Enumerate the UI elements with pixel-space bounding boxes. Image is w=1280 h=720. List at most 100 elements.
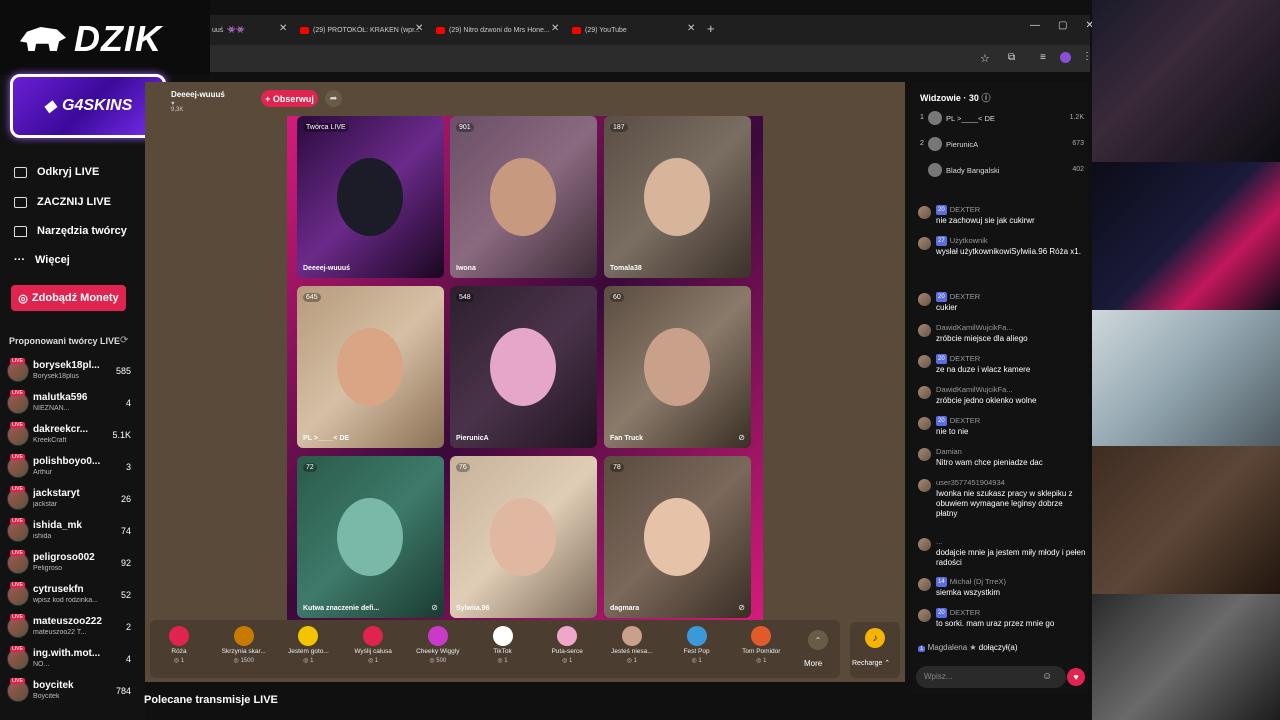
mic-muted-icon: ⊘ [738, 603, 745, 612]
chat-user[interactable]: 20 DEXTER [936, 608, 980, 618]
suggested-creator[interactable]: LIVE boycitek Boycitek 784 [7, 678, 131, 706]
g4skins-logo: ◆ G4SKINS [10, 74, 166, 138]
address-bar[interactable] [210, 45, 1090, 72]
suggested-creator[interactable]: LIVE ing.with.mot... NO... 4 [7, 646, 131, 674]
live-badge: LIVE [10, 614, 25, 620]
nav-creator-tools[interactable]: Narzędzia twórcy [14, 225, 127, 237]
chat-message: ... dodajcie mnie ja jestem miły młody i … [918, 537, 1086, 575]
guest-name: PierunicA [456, 435, 489, 442]
youtube-icon [436, 26, 445, 34]
guest-tile[interactable]: 78 dagmara ⊘ [604, 456, 751, 618]
close-icon[interactable]: ✕ [279, 23, 287, 34]
gift-item[interactable]: Jestem goto... ◎ 1 [279, 622, 337, 678]
chat-message: 20 DEXTER cukier [918, 292, 1086, 318]
tab-youtube[interactable]: (29) YouTube [572, 21, 627, 39]
chat-message: DawidKamilWujcikFa... zróbcie miejsce dla… [918, 323, 1086, 349]
gift-item[interactable]: Fest Pop ◎ 1 [668, 622, 726, 678]
suggested-creator[interactable]: LIVE malutka596 NIEZNAN... 4 [7, 390, 131, 418]
chevron-up-icon[interactable]: ⌃ [808, 630, 828, 650]
home-icon [14, 225, 27, 237]
share-icon[interactable]: ➦ [325, 90, 342, 107]
suggested-creator[interactable]: LIVE mateuszoo222 mateuszoo22 T... 2 [7, 614, 131, 642]
top-viewer[interactable]: 1 PL >____< DE 1.2K [918, 110, 1086, 130]
guest-name: Iwona [456, 265, 476, 272]
extensions-icon[interactable]: ⧉ [1008, 52, 1015, 63]
suggested-title: Proponowani twórcy LIVE [9, 336, 121, 346]
chat-text: dodajcie mnie ja jestem miły młody i peł… [936, 548, 1086, 567]
chat-text: cukier [936, 303, 958, 312]
suggested-creator[interactable]: LIVE peligroso002 Peligroso 92 [7, 550, 131, 578]
refresh-icon[interactable]: ⟳ [120, 335, 128, 346]
top-viewer[interactable]: Blady Bangalski 402 [918, 162, 1086, 182]
avatar [918, 355, 931, 368]
tab-kraken[interactable]: (29) PROTOKÓŁ: KRAKEN (wpr... [300, 21, 420, 39]
close-icon[interactable]: ✕ [551, 23, 559, 34]
chat-text: nie to nie [936, 427, 969, 436]
guest-tile[interactable]: 548 PierunicA [450, 286, 597, 448]
chat-user[interactable]: ... [936, 537, 942, 547]
gift-price: ◎ 1 [756, 658, 767, 664]
guest-tile[interactable]: 72 Kutwa znaczenie defi... ⊘ [297, 456, 444, 618]
bookmark-star-icon[interactable]: ☆ [980, 52, 990, 65]
guest-video [337, 328, 403, 406]
camera-icon [14, 196, 27, 208]
creator-name: polishboyo0... [33, 456, 101, 467]
chat-user[interactable]: 20 DEXTER [936, 205, 980, 215]
chat-user[interactable]: user3577451904934 [936, 478, 1005, 488]
chat-user[interactable]: DawidKamilWujcikFa... [936, 323, 1013, 333]
suggested-creator[interactable]: LIVE polishboyo0... Arthur 3 [7, 454, 131, 482]
gift-item[interactable]: Puta-serce ◎ 1 [538, 622, 596, 678]
new-tab-icon[interactable]: + [707, 21, 715, 36]
gift-item[interactable]: Jesteś niesa... ◎ 1 [603, 622, 661, 678]
chat-message: 20 DEXTER to sorki. mam uraz przez mnie go [918, 608, 1086, 634]
suggested-creator[interactable]: LIVE dakreekcr... KreekCraft 5.1K [7, 422, 131, 450]
suggested-creator[interactable]: LIVE jackstaryt jackstar 26 [7, 486, 131, 514]
chat-user[interactable]: 14 Michał (Dj TrreX) [936, 577, 1006, 587]
nav-discover-live[interactable]: Odkryj LIVE [14, 166, 99, 178]
gift-item[interactable]: TikTok ◎ 1 [474, 622, 532, 678]
gift-item[interactable]: Róża ◎ 1 [150, 622, 208, 678]
guest-tile[interactable]: Twórca LIVE Deeeej-wuuuś [297, 116, 444, 278]
suggested-creator[interactable]: LIVE borysek18pl... Borysek18plus 585 [7, 358, 131, 386]
live-badge: LIVE [10, 390, 25, 396]
live-badge: LIVE [10, 454, 25, 460]
guest-tile[interactable]: 187 Tomala38 [604, 116, 751, 278]
guest-tile[interactable]: 901 Iwona [450, 116, 597, 278]
get-coins-button[interactable]: ◎ Zdobądź Monety [11, 285, 126, 311]
suggested-creator[interactable]: LIVE cytrusekfn wpisz kod rodzinka... 52 [7, 582, 131, 610]
more-label[interactable]: More [804, 659, 822, 668]
nav-more[interactable]: ··· Więcej [14, 254, 70, 266]
maximize-icon[interactable]: ▢ [1058, 20, 1067, 31]
media-icon[interactable]: ≡ [1040, 52, 1046, 63]
tab-nitro[interactable]: (29) Nitro dzwoni do Mrs Hone... [436, 21, 550, 39]
emoji-icon[interactable]: ☺ [1042, 671, 1052, 682]
chat-user[interactable]: 20 DEXTER [936, 416, 980, 426]
top-viewer[interactable]: 2 PierunicA 673 [918, 136, 1086, 156]
follow-button[interactable]: + Obserwuj [261, 90, 318, 107]
menu-icon[interactable]: ⋮ [1082, 51, 1092, 62]
chat-message: 20 DEXTER ze na duze i wlacz kamere [918, 354, 1086, 380]
chat-user[interactable]: DawidKamilWujcikFa... [936, 385, 1013, 395]
heart-icon[interactable]: ♥ [1067, 668, 1085, 686]
close-icon[interactable]: ✕ [687, 23, 695, 34]
chat-user[interactable]: 20 DEXTER [936, 354, 980, 364]
viewer-score: 402 [1072, 166, 1084, 173]
guest-tile[interactable]: 60 Fan Truck ⊘ [604, 286, 751, 448]
tab-active[interactable]: uuś 👾👾 [212, 21, 245, 39]
gift-item[interactable]: Cheeky Wiggly ◎ 500 [409, 622, 467, 678]
suggested-creator[interactable]: LIVE ishida_mk ishida 74 [7, 518, 131, 546]
coin-icon: ◎ [18, 292, 28, 305]
gift-item[interactable]: Tom Pomidor ◎ 1 [732, 622, 790, 678]
close-icon[interactable]: ✕ [415, 23, 423, 34]
profile-avatar[interactable] [1060, 52, 1071, 63]
gift-item[interactable]: Wyślij całusa ◎ 1 [344, 622, 402, 678]
chat-user[interactable]: Damian [936, 447, 962, 457]
chat-user[interactable]: 27 Użytkownik [936, 236, 988, 246]
guest-tile[interactable]: 645 PL >____< DE [297, 286, 444, 448]
guest-tile[interactable]: 76 Sylwiia.96 [450, 456, 597, 618]
chat-user[interactable]: 20 DEXTER [936, 292, 980, 302]
minimize-icon[interactable]: — [1030, 20, 1040, 31]
gift-item[interactable]: Skrzynia skar... ◎ 1500 [215, 622, 273, 678]
viewers-title[interactable]: Widzowie · 30 ⓘ [920, 91, 990, 104]
nav-start-live[interactable]: ZACZNIJ LIVE [14, 196, 111, 208]
